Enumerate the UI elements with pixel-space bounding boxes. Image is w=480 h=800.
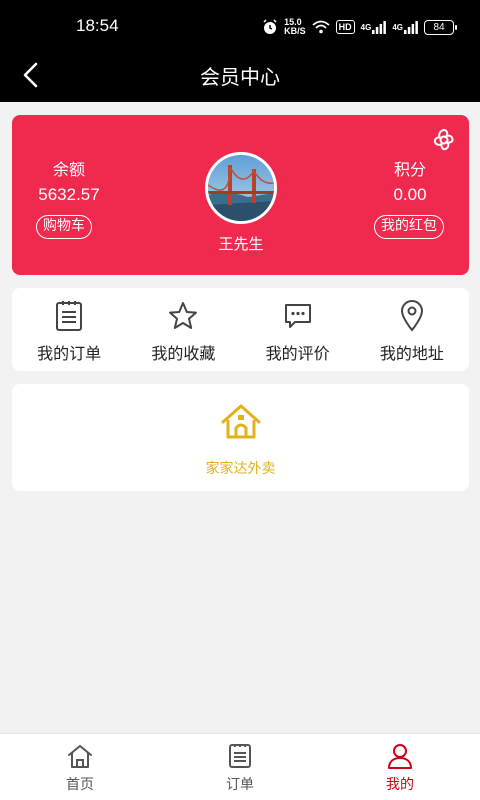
wifi-icon: [312, 20, 330, 34]
app-header: 会员中心: [0, 52, 480, 102]
balance-label: 余额: [52, 160, 85, 179]
status-icons: 15.0 KB/S HD 4G 4G 84: [262, 16, 457, 38]
nav-item-orders[interactable]: 订单: [160, 734, 320, 800]
comment-icon: [282, 300, 314, 332]
status-time: 18:54: [76, 16, 119, 35]
quick-label-reviews: 我的评价: [265, 344, 330, 363]
battery-indicator: 84: [424, 19, 457, 35]
signal-icon-2: 4G: [392, 20, 418, 34]
page-title: 会员中心: [200, 65, 280, 89]
quick-item-reviews[interactable]: 我的评价: [241, 288, 355, 371]
user-icon: [386, 742, 414, 770]
location-pin-icon: [396, 300, 428, 332]
network-type-2: 4G: [392, 22, 403, 32]
hd-badge: HD: [335, 20, 355, 34]
points-block: 积分 0.00: [373, 159, 447, 207]
quick-item-favorites[interactable]: 我的收藏: [126, 288, 240, 371]
quick-label-my-orders: 我的订单: [37, 344, 102, 363]
nav-item-mine[interactable]: 我的: [320, 734, 480, 800]
house-icon: [220, 402, 262, 442]
alarm-icon: [262, 19, 278, 35]
cart-button[interactable]: 购物车: [36, 215, 92, 239]
network-speed: 15.0 KB/S: [284, 18, 306, 36]
service-card[interactable]: 家家达外卖: [12, 384, 469, 491]
balance-block: 余额 5632.57: [32, 159, 106, 207]
order-icon: [226, 742, 254, 770]
status-bar: 18:54 15.0 KB/S HD 4G 4G 84: [0, 0, 480, 52]
points-value: 0.00: [393, 185, 427, 204]
red-packet-button[interactable]: 我的红包: [374, 215, 444, 239]
balance-value: 5632.57: [38, 185, 100, 204]
quick-label-address: 我的地址: [379, 344, 444, 363]
nav-label-mine: 我的: [386, 777, 414, 793]
quick-menu: 我的订单 我的收藏 我的评价 我的地址: [12, 288, 469, 371]
nav-item-home[interactable]: 首页: [0, 734, 160, 800]
signal-icon-1: 4G: [360, 20, 387, 34]
settings-flower-icon: [431, 128, 457, 157]
nav-label-home: 首页: [66, 777, 94, 793]
member-card: 余额 5632.57 积分 0.00 购物车 我的红包 王先生: [12, 115, 469, 275]
order-list-icon: [53, 300, 85, 332]
network-type-1: 4G: [360, 22, 372, 32]
home-icon: [66, 742, 94, 770]
quick-item-address[interactable]: 我的地址: [355, 288, 469, 371]
nav-label-orders: 订单: [226, 777, 254, 793]
quick-item-my-orders[interactable]: 我的订单: [12, 288, 126, 371]
username[interactable]: 王先生: [190, 233, 292, 254]
points-label: 积分: [393, 160, 426, 179]
avatar[interactable]: [205, 152, 277, 224]
speed-unit: KB/S: [284, 26, 306, 36]
quick-label-favorites: 我的收藏: [151, 344, 216, 363]
settings-button[interactable]: [431, 127, 457, 153]
bottom-nav: 首页 订单 我的: [0, 733, 480, 800]
service-label: 家家达外卖: [205, 461, 276, 477]
star-icon: [167, 300, 199, 332]
